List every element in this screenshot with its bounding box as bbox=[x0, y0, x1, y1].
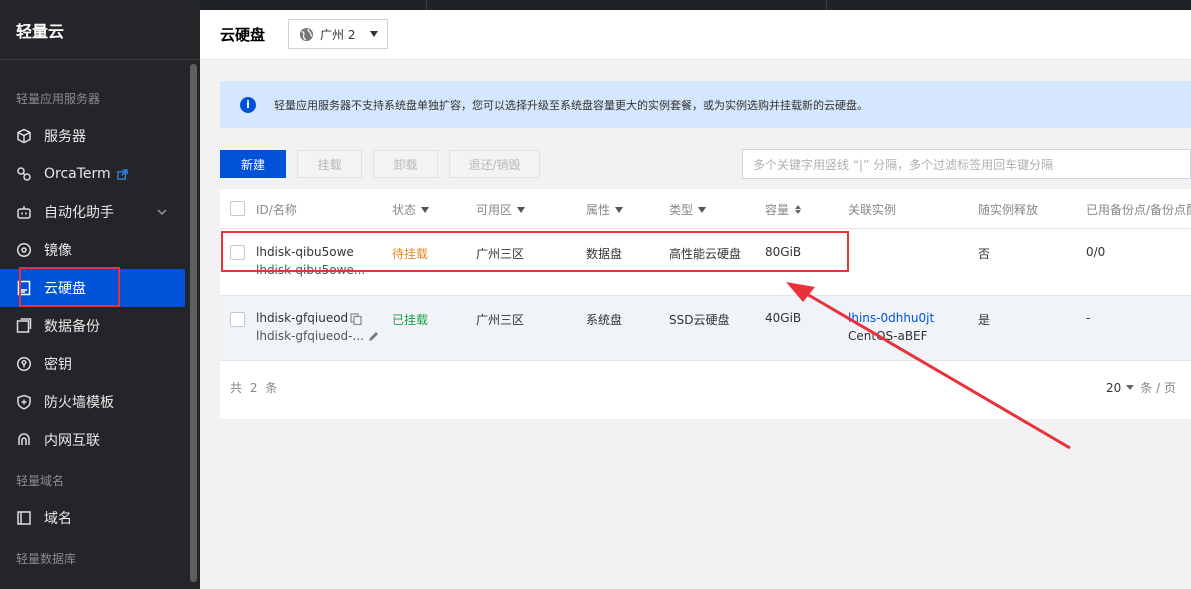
column-header-instance: 关联实例 bbox=[848, 203, 897, 217]
column-header-attr[interactable]: 属性 bbox=[586, 201, 624, 218]
total-count: 共 2 条 bbox=[230, 381, 280, 395]
sidebar-item-label: 域名 bbox=[44, 511, 72, 527]
disk-name-cell: lhdisk-gfqiueod-... bbox=[256, 329, 380, 343]
chevron-down-icon bbox=[157, 209, 167, 215]
shield-icon bbox=[16, 394, 32, 410]
instance-name: CentOS-aBEF bbox=[848, 329, 928, 343]
instance-id-link[interactable]: lhins-0dhhu0jt bbox=[848, 311, 934, 325]
column-header-size[interactable]: 容量 bbox=[765, 201, 802, 218]
attr-value: 系统盘 bbox=[586, 313, 623, 327]
info-banner-text: 轻量应用服务器不支持系统盘单独扩容，您可以选择升级至系统盘容量更大的实例套餐，或… bbox=[274, 98, 868, 112]
region-select[interactable]: 广州 2 bbox=[288, 19, 388, 49]
pagination: 20 条 / 页 bbox=[1106, 379, 1176, 396]
type-value: SSD云硬盘 bbox=[669, 313, 730, 327]
brand-title: 轻量云 bbox=[16, 21, 65, 41]
release-value: 是 bbox=[978, 313, 991, 327]
search-input[interactable]: 多个关键字用竖线 “|” 分隔，多个过滤标签用回车键分隔 bbox=[742, 149, 1191, 179]
column-header-zone[interactable]: 可用区 bbox=[476, 201, 526, 218]
backup-value: 0/0 bbox=[1086, 245, 1106, 259]
disk-table: ID/名称 状态 可用区 属性 类型 容量 关联实例 随实例释放 已用备份点/备… bbox=[220, 189, 1191, 419]
sidebar-item-label: 自动化助手 bbox=[44, 205, 114, 221]
sidebar-header: 轻量云 bbox=[0, 0, 200, 60]
filter-icon[interactable] bbox=[421, 206, 430, 213]
page-size-select[interactable]: 20 bbox=[1106, 381, 1121, 395]
copy-icon[interactable] bbox=[350, 312, 362, 325]
key-icon bbox=[16, 356, 32, 372]
column-header-type[interactable]: 类型 bbox=[669, 201, 707, 218]
unmount-button[interactable]: 卸载 bbox=[373, 150, 438, 178]
domain-icon bbox=[16, 510, 32, 526]
caret-down-icon[interactable] bbox=[1126, 385, 1135, 390]
region-value: 广州 2 bbox=[320, 27, 356, 42]
sidebar-item-automation[interactable]: 自动化助手 bbox=[0, 193, 185, 231]
sidebar-item-label: 服务器 bbox=[44, 129, 86, 145]
size-value: 40GiB bbox=[765, 311, 802, 325]
page-title: 云硬盘 bbox=[220, 26, 266, 44]
filter-icon[interactable] bbox=[698, 206, 707, 213]
sidebar-item-intranet[interactable]: 内网互联 bbox=[0, 421, 185, 459]
sort-icon[interactable] bbox=[795, 205, 802, 214]
new-button[interactable]: 新建 bbox=[220, 150, 286, 178]
sidebar-section-title: 轻量应用服务器 bbox=[16, 92, 101, 106]
sidebar-item-server[interactable]: 服务器 bbox=[0, 117, 185, 155]
globe-icon bbox=[299, 27, 314, 41]
sidebar-item-firewall-template[interactable]: 防火墙模板 bbox=[0, 383, 185, 421]
zone-value: 广州三区 bbox=[476, 313, 525, 327]
select-all-checkbox[interactable] bbox=[230, 201, 245, 216]
annotation-box-sidebar bbox=[19, 267, 120, 307]
disk-id-cell: lhdisk-gfqiueod bbox=[256, 311, 362, 325]
cube-icon bbox=[16, 128, 32, 144]
sidebar-item-label: 内网互联 bbox=[44, 433, 100, 449]
sidebar-item-label: 数据备份 bbox=[44, 319, 100, 335]
sidebar-section-title: 轻量数据库 bbox=[16, 552, 77, 566]
external-link-icon bbox=[117, 168, 128, 180]
mount-button[interactable]: 挂载 bbox=[297, 150, 362, 178]
sidebar-section-title: 轻量域名 bbox=[16, 474, 65, 488]
filter-icon[interactable] bbox=[517, 206, 526, 213]
return-destroy-button[interactable]: 退还/销毁 bbox=[449, 150, 540, 178]
column-header-status[interactable]: 状态 bbox=[392, 201, 430, 218]
robot-icon bbox=[16, 204, 32, 220]
sidebar-item-orcaterm[interactable]: OrcaTerm bbox=[0, 155, 185, 193]
edit-icon[interactable] bbox=[366, 331, 380, 343]
info-icon: i bbox=[240, 96, 256, 113]
release-value: 否 bbox=[978, 247, 991, 261]
column-header-release: 随实例释放 bbox=[978, 203, 1039, 217]
sidebar-item-label: 镜像 bbox=[44, 243, 72, 259]
annotation-box-row bbox=[221, 231, 849, 272]
filter-icon[interactable] bbox=[615, 206, 624, 213]
page-size-unit: 条 / 页 bbox=[1140, 381, 1176, 395]
sidebar-item-label: OrcaTerm bbox=[44, 166, 111, 182]
table-row: lhdisk-gfqiueod lhdisk-gfqiueod-... 已挂载 … bbox=[220, 295, 1191, 361]
info-banner: i 轻量应用服务器不支持系统盘单独扩容，您可以选择升级至系统盘容量更大的实例套餐… bbox=[220, 81, 1191, 128]
column-header-id: ID/名称 bbox=[256, 203, 297, 217]
disk-id[interactable]: lhdisk-gfqiueod bbox=[256, 311, 348, 325]
row-checkbox[interactable] bbox=[230, 312, 245, 327]
sidebar-item-key[interactable]: 密钥 bbox=[0, 345, 185, 383]
sidebar-item-label: 防火墙模板 bbox=[44, 395, 114, 411]
column-header-backup: 已用备份点/备份点配 bbox=[1086, 203, 1191, 217]
sidebar-item-image[interactable]: 镜像 bbox=[0, 231, 185, 269]
table-header: ID/名称 状态 可用区 属性 类型 容量 关联实例 随实例释放 已用备份点/备… bbox=[220, 189, 1191, 229]
top-strip bbox=[200, 0, 1191, 10]
sidebar-item-label: 密钥 bbox=[44, 357, 72, 373]
backup-icon bbox=[16, 318, 32, 334]
terminal-icon bbox=[16, 166, 32, 182]
backup-value: - bbox=[1086, 311, 1091, 325]
sidebar-item-backup[interactable]: 数据备份 bbox=[0, 307, 185, 345]
disc-icon bbox=[16, 242, 32, 258]
caret-down-icon bbox=[370, 31, 378, 37]
network-icon bbox=[16, 432, 32, 448]
status-badge: 已挂载 bbox=[392, 313, 429, 327]
sidebar-item-domain[interactable]: 域名 bbox=[0, 499, 185, 537]
disk-name: lhdisk-gfqiueod-... bbox=[256, 329, 364, 343]
sidebar-scrollbar[interactable] bbox=[190, 64, 197, 582]
